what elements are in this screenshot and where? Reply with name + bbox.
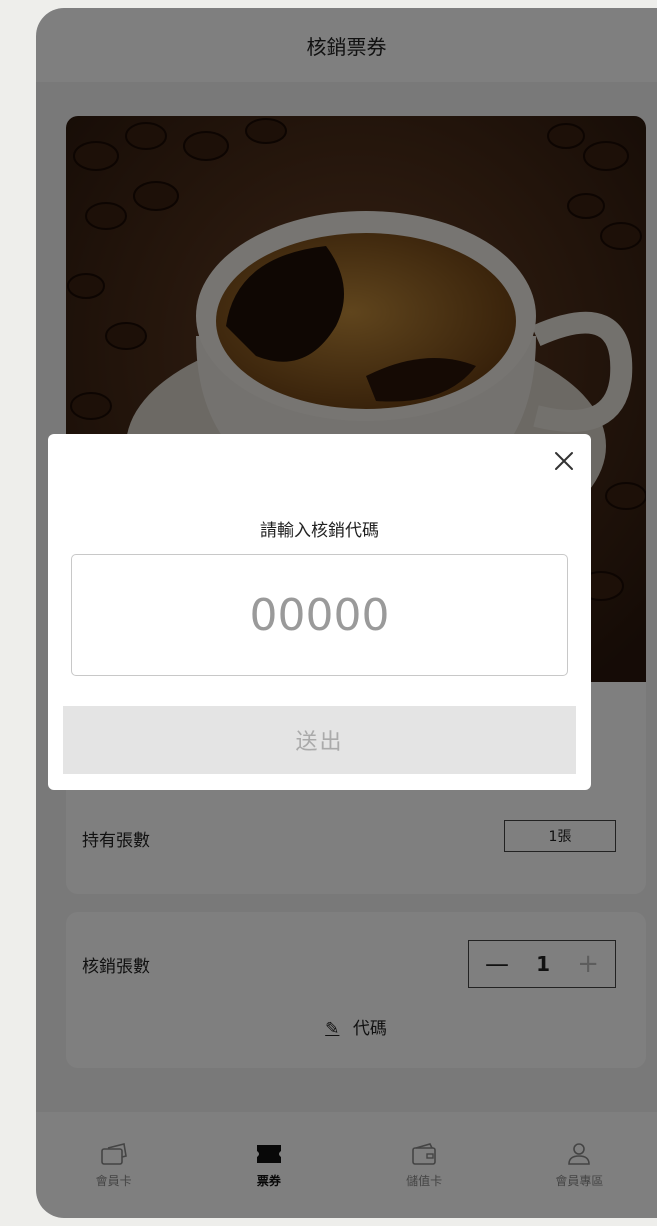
modal-title: 請輸入核銷代碼 bbox=[260, 521, 379, 541]
redeem-code-input[interactable] bbox=[71, 554, 568, 676]
close-icon[interactable] bbox=[551, 448, 577, 474]
submit-button[interactable]: 送出 bbox=[63, 706, 576, 774]
redeem-code-modal: 請輸入核銷代碼 送出 bbox=[48, 434, 591, 790]
